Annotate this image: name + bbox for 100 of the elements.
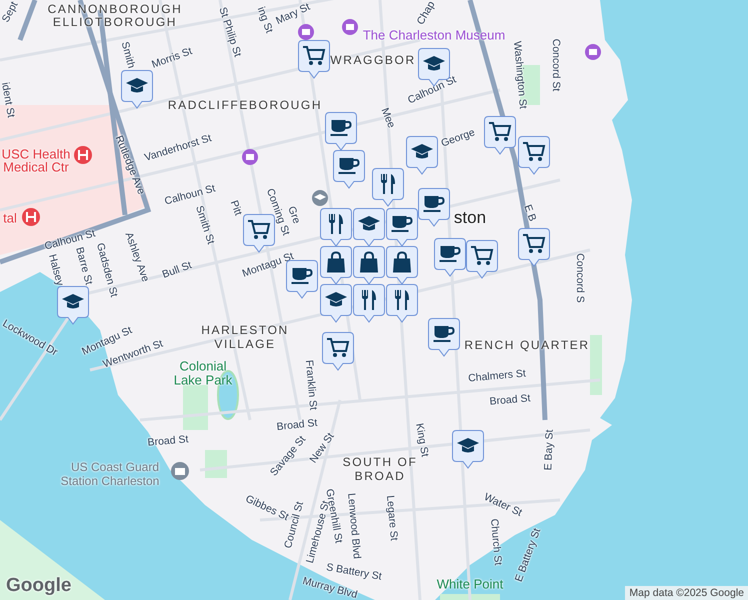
street-label: Washington St [511,40,529,110]
map-pin[interactable] [121,70,153,109]
map-pin[interactable] [320,246,352,285]
shopping-cart-icon [523,235,544,253]
map-pin[interactable] [298,40,330,79]
neighborhood-label: VILLAGE [214,337,276,351]
map-pin[interactable] [386,284,418,323]
coffee-cup-icon [392,216,412,232]
graduation-cap-icon [325,292,347,306]
neighborhood-label: ELLIOTBOROUGH [52,15,178,29]
street-label: Concord St [550,38,562,92]
fork-knife-icon [362,290,376,310]
place-label: tal [3,210,17,226]
fork-knife-icon [395,290,409,310]
neighborhood-label: HARLESTON [201,323,289,337]
place-label: Colonial [180,358,226,374]
map-pin[interactable] [333,150,365,189]
graduation-cap-icon [457,438,479,452]
graduation-cap-icon [411,144,433,158]
map-pin[interactable] [353,208,385,247]
coffee-cup-icon [330,120,350,136]
place-label: Lake Park [174,372,232,388]
map-pin[interactable] [372,168,404,207]
street-label: E Bay St [542,429,556,471]
place-label: USC Health [2,146,70,162]
map-pin[interactable] [434,238,466,277]
shopping-cart-icon [248,221,269,239]
street-label: St Philip St [216,6,244,58]
shopping-bag-icon [393,252,411,272]
street-label: Broad St [276,416,318,434]
map-pin[interactable] [320,284,352,323]
map-pin[interactable] [518,228,550,267]
coffee-cup-icon [424,196,444,212]
shopping-cart-icon [489,123,510,141]
street-label: Mee [378,106,398,130]
map-pin[interactable] [320,208,352,247]
map-pin[interactable] [386,246,418,285]
street-label: ident St [0,81,17,119]
street-label: Bull St [160,259,194,281]
map-pin[interactable] [57,286,89,325]
street-label: King St [413,422,431,458]
graduation-cap-icon [423,56,445,70]
graduation-cap-icon [62,294,84,308]
neighborhood-label: BROAD [354,469,406,483]
street-label: Barre St [73,246,95,286]
fork-knife-icon [329,214,343,234]
street-label: Concord S [574,253,586,303]
coffee-cup-icon [434,326,454,342]
street-label: Broad St [147,433,189,449]
shopping-cart-icon [523,143,544,161]
neighborhood-label: SOUTH OF [342,455,418,469]
neighborhood-label: WRAGGBOR [330,53,416,67]
street-label: Smith St [193,204,217,246]
place-label: Medical Ctr [3,160,69,174]
street-label: Morris St [150,45,194,71]
map-attribution[interactable]: Map data ©2025 Google [625,586,748,600]
shopping-cart-icon [327,339,348,357]
street-label: Halsey [46,252,66,288]
park-area [590,335,602,395]
street-label: Franklin St [302,359,320,411]
fork-knife-icon [381,174,395,194]
map-pin[interactable] [518,136,550,175]
map-logo: Google [6,575,72,597]
hospital-icon [22,208,40,226]
map-pin[interactable] [325,112,357,151]
street-label: Gre [285,204,303,226]
hospital-icon [74,146,92,164]
map-pin[interactable] [484,116,516,155]
place-label: US Coast Guard [70,460,160,474]
place-label: ston [454,208,486,228]
map-pin[interactable] [353,246,385,285]
place-label: Station Charleston [60,474,160,488]
shopping-cart-icon [303,47,324,65]
map-pin[interactable] [322,332,354,371]
coffee-cup-icon [338,158,358,174]
shopping-bag-icon [360,252,378,272]
map[interactable] [0,0,748,600]
map-pin[interactable] [418,188,450,227]
neighborhood-label: RADCLIFFEBOROUGH [168,98,322,112]
street-label: Mary St [274,0,312,28]
map-pin[interactable] [428,318,460,357]
shopping-cart-icon [471,247,492,265]
street-label: George [440,126,476,150]
map-pin[interactable] [353,284,385,323]
park-area [440,594,500,600]
map-pin[interactable] [386,208,418,247]
map-pin[interactable] [466,240,498,279]
street-label: Sept [0,0,20,24]
graduation-cap-icon [126,78,148,92]
park-area [183,385,208,430]
street-label: Legare St [384,494,400,542]
map-pin[interactable] [286,260,318,299]
map-pin[interactable] [406,136,438,175]
street-label: Lenwood Blvd [345,492,363,560]
map-pin[interactable] [452,430,484,469]
street-label: ing St [254,5,276,35]
street-label: Chalmers St [468,368,526,384]
street-label: Ashley Ave [122,230,152,284]
street-label: Broad St [489,392,531,408]
street-label: E B [521,203,539,223]
